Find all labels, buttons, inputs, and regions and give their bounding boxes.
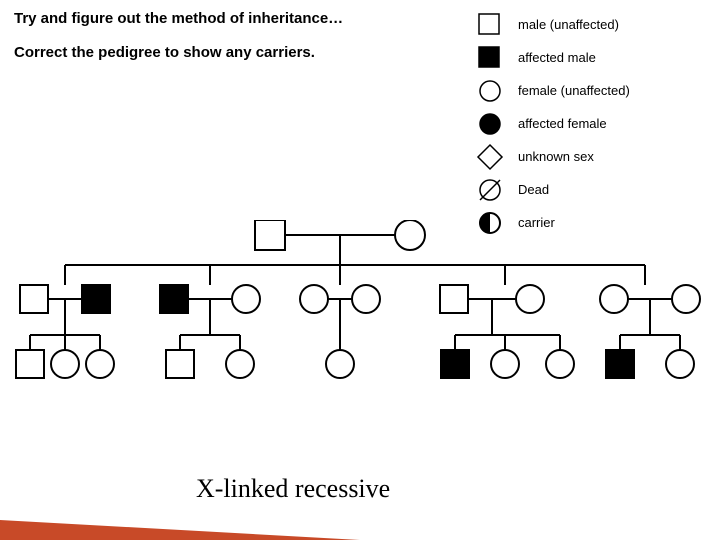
legend-label: affected male — [518, 50, 596, 65]
individual-II-5 — [300, 285, 328, 313]
individual-III-8 — [491, 350, 519, 378]
diamond-icon — [476, 143, 504, 171]
decorative-corner — [0, 520, 360, 540]
legend: male (unaffected) affected male female (… — [476, 8, 706, 239]
instruction-line-2: Correct the pedigree to show any carrier… — [14, 44, 315, 61]
legend-unknown-sex: unknown sex — [476, 140, 706, 173]
individual-II-3 — [160, 285, 188, 313]
gen1 — [255, 220, 425, 265]
individual-III-2 — [51, 350, 79, 378]
legend-label: male (unaffected) — [518, 17, 619, 32]
individual-II-1 — [20, 285, 48, 313]
legend-female-unaffected: female (unaffected) — [476, 74, 706, 107]
legend-affected-female: affected female — [476, 107, 706, 140]
circle-filled-icon — [476, 110, 504, 138]
legend-dead: Dead — [476, 173, 706, 206]
legend-label: unknown sex — [518, 149, 594, 164]
pedigree-chart — [0, 220, 720, 440]
individual-III-10 — [606, 350, 634, 378]
individual-III-4 — [166, 350, 194, 378]
individual-III-6 — [326, 350, 354, 378]
individual-III-9 — [546, 350, 574, 378]
individual-II-6 — [352, 285, 380, 313]
legend-label: Dead — [518, 182, 549, 197]
circle-slash-icon — [476, 176, 504, 204]
gen3 — [16, 335, 694, 378]
legend-affected-male: affected male — [476, 41, 706, 74]
individual-II-8 — [516, 285, 544, 313]
individual-III-7 — [441, 350, 469, 378]
square-filled-icon — [476, 44, 504, 72]
inheritance-answer: X-linked recessive — [196, 474, 390, 504]
instruction-line-1: Try and figure out the method of inherit… — [14, 10, 343, 27]
individual-II-9 — [600, 285, 628, 313]
individual-I-2 — [395, 220, 425, 250]
legend-male-unaffected: male (unaffected) — [476, 8, 706, 41]
gen2 — [20, 265, 700, 350]
individual-II-2 — [82, 285, 110, 313]
individual-I-1 — [255, 220, 285, 250]
individual-III-5 — [226, 350, 254, 378]
legend-label: affected female — [518, 116, 607, 131]
individual-III-1 — [16, 350, 44, 378]
square-open-icon — [476, 11, 504, 39]
individual-II-4 — [232, 285, 260, 313]
legend-label: female (unaffected) — [518, 83, 630, 98]
individual-II-7 — [440, 285, 468, 313]
individual-II-10 — [672, 285, 700, 313]
individual-III-11 — [666, 350, 694, 378]
individual-III-3 — [86, 350, 114, 378]
circle-open-icon — [476, 77, 504, 105]
